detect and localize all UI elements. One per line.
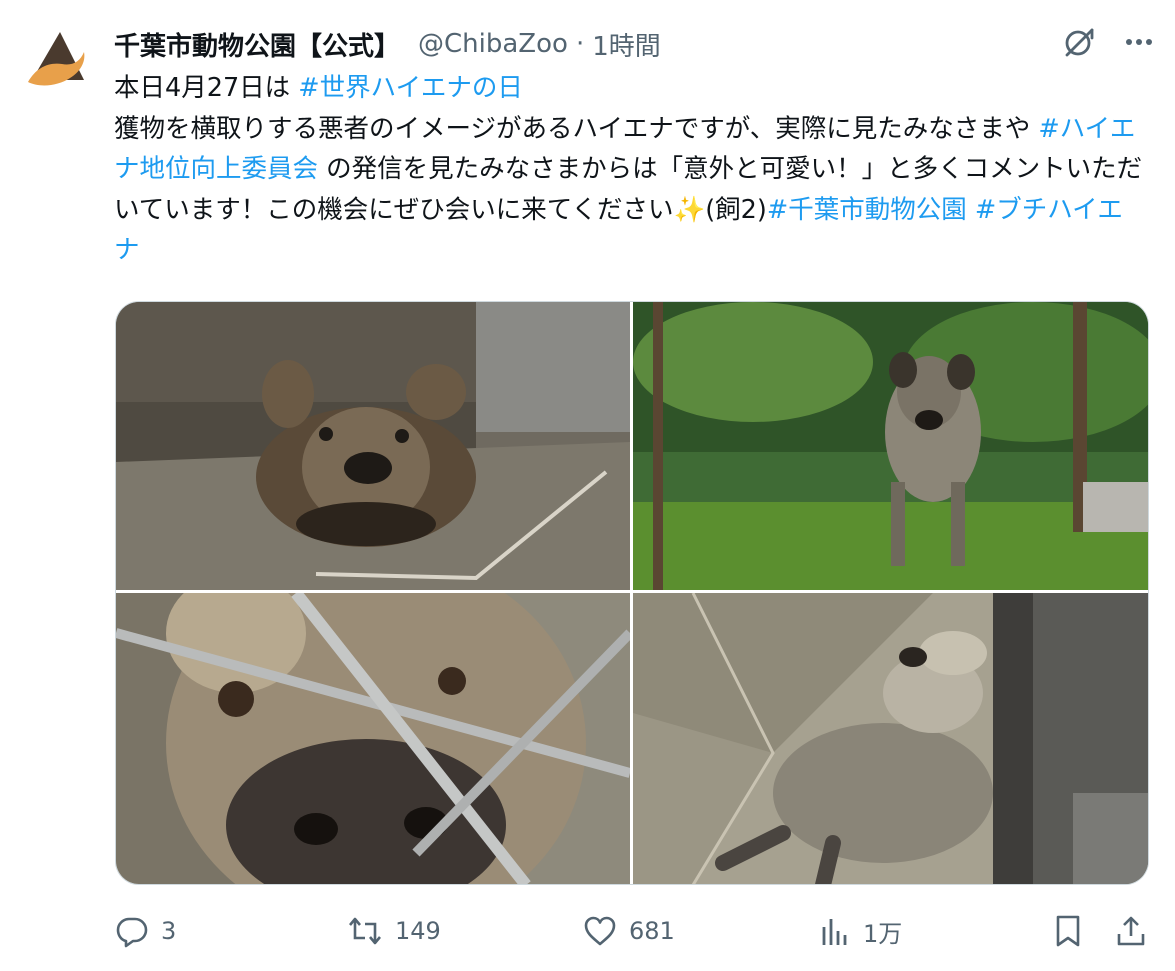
photo-hyena-resting[interactable] (116, 302, 630, 590)
post-text-segment: 本日4月27日は (114, 73, 299, 103)
post-header: 千葉市動物公園【公式】 @ChibaZoo · 1時間 (114, 24, 661, 64)
chiba-zoo-logo (18, 18, 98, 98)
display-name[interactable]: 千葉市動物公園【公式】 (114, 26, 400, 63)
post-top-actions (1061, 24, 1155, 60)
grok-icon[interactable] (1061, 24, 1097, 60)
share-icon (1115, 914, 1159, 948)
photo-hyena-standing[interactable] (633, 302, 1148, 590)
bookmark-icon (1053, 914, 1095, 948)
like-button[interactable]: 681 (583, 915, 675, 947)
repost-icon (347, 914, 395, 948)
user-handle[interactable]: @ChibaZoo (418, 29, 568, 59)
views-count: 1万 (863, 919, 903, 948)
views-button[interactable]: 1万 (819, 914, 902, 949)
share-button[interactable] (1115, 914, 1159, 948)
avatar[interactable] (18, 18, 98, 98)
photo-hyena-lying[interactable] (633, 593, 1148, 884)
post-text-segment: 獲物を横取りする悪者のイメージがあるハイエナですが、実際に見たみなさまや (114, 113, 1031, 144)
more-icon[interactable] (1123, 26, 1155, 58)
post-text: 本日4月27日は #世界ハイエナの日 獲物を横取りする悪者のイメージがあるハイエ… (114, 68, 1144, 271)
reply-icon (115, 914, 161, 948)
action-bar: 3 149 681 1万 (115, 906, 1155, 956)
reply-button[interactable]: 3 (115, 914, 176, 948)
post-timestamp[interactable]: 1時間 (592, 26, 661, 63)
hashtag-link[interactable]: #世界ハイエナの日 (298, 73, 523, 103)
repost-button[interactable]: 149 (347, 914, 441, 948)
like-icon (583, 915, 629, 947)
like-count: 681 (629, 917, 675, 945)
post-text-segment (967, 195, 975, 225)
photo-hyena-nose-fence[interactable] (116, 593, 630, 884)
hashtag-link[interactable]: #千葉市動物公園 (767, 195, 967, 225)
views-icon (819, 915, 863, 947)
bookmark-button[interactable] (1053, 914, 1095, 948)
separator-dot: · (575, 29, 585, 59)
reply-count: 3 (161, 917, 177, 945)
media-grid (115, 301, 1149, 885)
repost-count: 149 (395, 917, 441, 945)
